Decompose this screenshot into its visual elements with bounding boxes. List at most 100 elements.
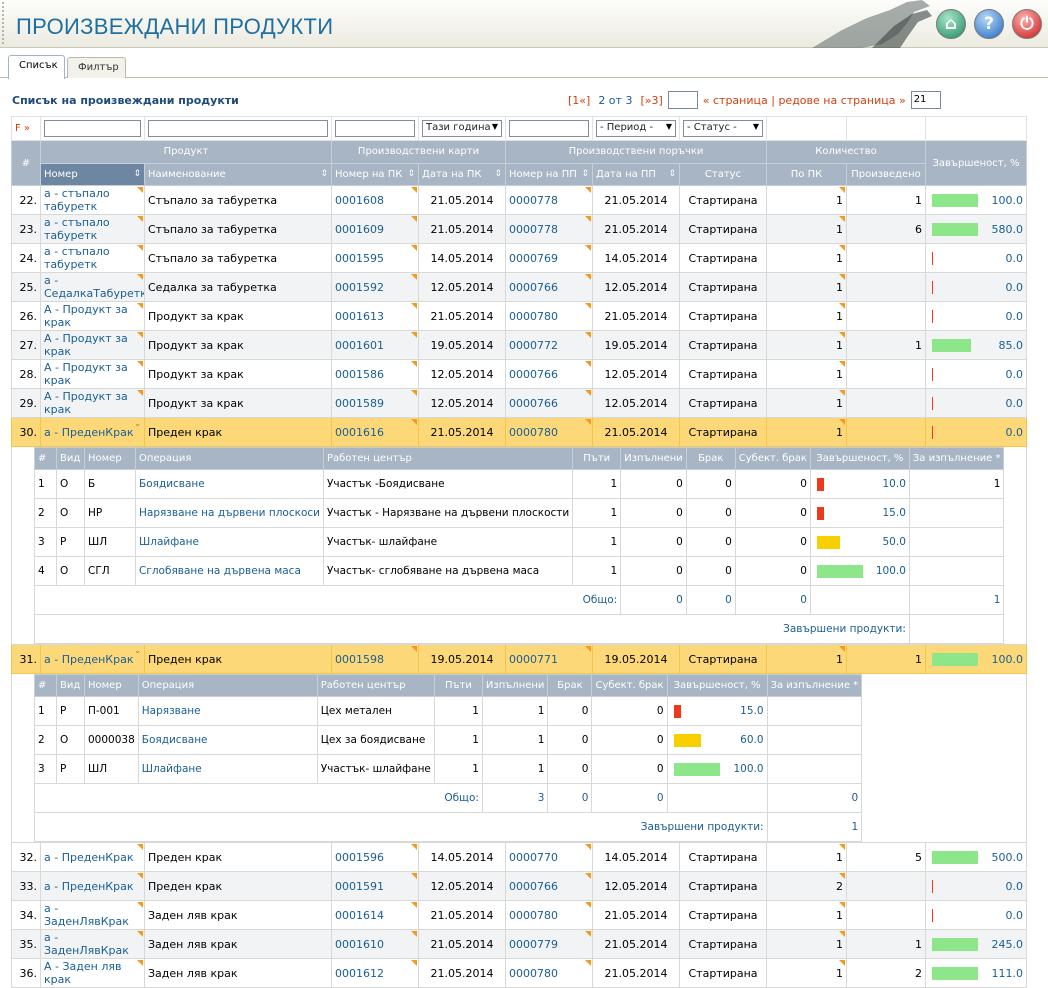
col-pk-date[interactable]: Дата на ПК ⇕ bbox=[418, 162, 506, 186]
pk-number-link[interactable]: 0001589 bbox=[335, 397, 384, 410]
pk-number-link[interactable]: 0001595 bbox=[335, 252, 384, 265]
operation-link[interactable]: Боядисване bbox=[139, 478, 205, 490]
completion-value[interactable]: 0.0 bbox=[1006, 368, 1024, 381]
completion-value[interactable]: 0.0 bbox=[1006, 880, 1024, 893]
filter-pp-period-select[interactable]: - Период - bbox=[596, 120, 676, 137]
pk-number-link[interactable]: 0001592 bbox=[335, 281, 384, 294]
table-row[interactable]: 29. А - Продукт за крак Продукт за крак 000… bbox=[11, 388, 1027, 418]
operation-link[interactable]: Нарязване на дървени плоскоси bbox=[139, 507, 320, 519]
pk-number-link[interactable]: 0001586 bbox=[335, 368, 384, 381]
product-code-link[interactable]: А - Продукт за крак bbox=[44, 361, 128, 387]
menu-corner-icon[interactable] bbox=[585, 332, 591, 338]
menu-corner-icon[interactable] bbox=[839, 844, 845, 850]
op-completion-value[interactable]: 100.0 bbox=[876, 565, 906, 577]
menu-corner-icon[interactable] bbox=[411, 646, 417, 652]
table-row[interactable]: 27. А - Продукт за крак Продукт за крак 000… bbox=[11, 330, 1027, 360]
menu-corner-icon[interactable] bbox=[137, 303, 143, 309]
col-completion[interactable]: Завършеност, % bbox=[925, 140, 1027, 186]
menu-corner-icon[interactable] bbox=[585, 303, 591, 309]
filter-pp-input[interactable] bbox=[509, 120, 589, 137]
pp-number-link[interactable]: 0000778 bbox=[509, 194, 558, 207]
operation-link[interactable]: Шлайфане bbox=[142, 763, 202, 775]
table-row[interactable]: 23. а - стъпало табуретк Стъпало за табуре… bbox=[11, 214, 1027, 244]
op-completion-value[interactable]: 60.0 bbox=[740, 734, 763, 746]
product-code-link[interactable]: а - стъпало табуретк bbox=[44, 216, 110, 242]
col-status[interactable]: Статус bbox=[679, 162, 767, 186]
pp-number-link[interactable]: 0000770 bbox=[509, 851, 558, 864]
menu-corner-icon[interactable] bbox=[585, 902, 591, 908]
menu-corner-icon[interactable] bbox=[137, 390, 143, 396]
completion-value[interactable]: 0.0 bbox=[1006, 397, 1024, 410]
menu-corner-icon[interactable] bbox=[585, 361, 591, 367]
pp-number-link[interactable]: 0000778 bbox=[509, 223, 558, 236]
pp-number-link[interactable]: 0000766 bbox=[509, 368, 558, 381]
menu-corner-icon[interactable] bbox=[839, 274, 845, 280]
power-icon[interactable]: ⏻ bbox=[1012, 9, 1042, 39]
op-completion-value[interactable]: 50.0 bbox=[883, 536, 906, 548]
pk-number-link[interactable]: 0001610 bbox=[335, 938, 384, 951]
menu-corner-icon[interactable] bbox=[585, 931, 591, 937]
product-code-link[interactable]: А - Продукт за крак bbox=[44, 332, 128, 358]
op-completion-value[interactable]: 100.0 bbox=[734, 763, 764, 775]
menu-corner-icon[interactable] bbox=[411, 419, 417, 425]
product-code-link[interactable]: а - СедалкаТабуретка bbox=[44, 274, 144, 300]
menu-corner-icon[interactable] bbox=[585, 419, 591, 425]
tab-filter[interactable]: Филтър bbox=[67, 57, 126, 78]
completion-value[interactable]: 0.0 bbox=[1006, 426, 1024, 439]
completion-value[interactable]: 0.0 bbox=[1006, 909, 1024, 922]
menu-corner-icon[interactable] bbox=[411, 931, 417, 937]
menu-corner-icon[interactable] bbox=[137, 844, 143, 850]
filter-status-select[interactable]: - Статус - bbox=[683, 120, 763, 137]
col-pk-no[interactable]: Номер на ПК ⇕ bbox=[331, 162, 419, 186]
rows-per-page-input[interactable]: 21 bbox=[910, 91, 941, 109]
op-completion-value[interactable]: 15.0 bbox=[740, 705, 763, 717]
operation-row[interactable]: 2 О 0000038 Боядисване Цех за боядисване 1 1 0 0… bbox=[34, 725, 863, 755]
table-row[interactable]: 22. а - стъпало табуретк Стъпало за табуре… bbox=[11, 185, 1027, 215]
expand-chevron-icon[interactable]: ⌄ bbox=[134, 646, 141, 655]
pp-number-link[interactable]: 0000779 bbox=[509, 938, 558, 951]
menu-corner-icon[interactable] bbox=[585, 960, 591, 966]
menu-corner-icon[interactable] bbox=[839, 216, 845, 222]
pk-number-link[interactable]: 0001614 bbox=[335, 909, 384, 922]
help-icon[interactable]: ? bbox=[974, 9, 1004, 39]
col-by-pk[interactable]: По ПК bbox=[766, 162, 847, 186]
pp-number-link[interactable]: 0000780 bbox=[509, 426, 558, 439]
menu-corner-icon[interactable] bbox=[411, 390, 417, 396]
menu-corner-icon[interactable] bbox=[411, 844, 417, 850]
table-row[interactable]: 25. а - СедалкаТабуретка Седалка за табуре… bbox=[11, 272, 1027, 302]
menu-corner-icon[interactable] bbox=[411, 873, 417, 879]
menu-corner-icon[interactable] bbox=[839, 646, 845, 652]
product-code-link[interactable]: а - ЗаденЛявКрак bbox=[44, 931, 129, 957]
menu-corner-icon[interactable] bbox=[839, 902, 845, 908]
menu-corner-icon[interactable] bbox=[839, 332, 845, 338]
menu-corner-icon[interactable] bbox=[585, 187, 591, 193]
pk-number-link[interactable]: 0001616 bbox=[335, 426, 384, 439]
menu-corner-icon[interactable] bbox=[137, 245, 143, 251]
col-produced[interactable]: Произведено bbox=[846, 162, 926, 186]
menu-corner-icon[interactable] bbox=[137, 187, 143, 193]
table-row[interactable]: 35. а - ЗаденЛявКрак Заден ляв крак 0001610… bbox=[11, 929, 1027, 959]
menu-corner-icon[interactable] bbox=[411, 216, 417, 222]
menu-corner-icon[interactable] bbox=[137, 902, 143, 908]
completion-value[interactable]: 500.0 bbox=[992, 851, 1024, 864]
pp-number-link[interactable]: 0000772 bbox=[509, 339, 558, 352]
menu-corner-icon[interactable] bbox=[585, 274, 591, 280]
expand-chevron-icon[interactable]: ⌄ bbox=[134, 419, 141, 428]
pp-number-link[interactable]: 0000771 bbox=[509, 653, 558, 666]
pk-number-link[interactable]: 0001613 bbox=[335, 310, 384, 323]
operation-link[interactable]: Боядисване bbox=[142, 734, 208, 746]
table-row[interactable]: 28. А - Продукт за крак Продукт за крак 000… bbox=[11, 359, 1027, 389]
completion-value[interactable]: 100.0 bbox=[992, 653, 1024, 666]
pager-last-link[interactable]: [»3] bbox=[640, 94, 662, 107]
filter-name-input[interactable] bbox=[148, 120, 328, 137]
operation-link[interactable]: Шлайфане bbox=[139, 536, 199, 548]
col-pp-date[interactable]: Дата на ПП ⇕ bbox=[592, 162, 680, 186]
pp-number-link[interactable]: 0000780 bbox=[509, 909, 558, 922]
menu-corner-icon[interactable] bbox=[839, 390, 845, 396]
pk-number-link[interactable]: 0001591 bbox=[335, 880, 384, 893]
menu-corner-icon[interactable] bbox=[585, 390, 591, 396]
menu-corner-icon[interactable] bbox=[137, 931, 143, 937]
pp-number-link[interactable]: 0000766 bbox=[509, 880, 558, 893]
menu-corner-icon[interactable] bbox=[839, 303, 845, 309]
menu-corner-icon[interactable] bbox=[585, 646, 591, 652]
